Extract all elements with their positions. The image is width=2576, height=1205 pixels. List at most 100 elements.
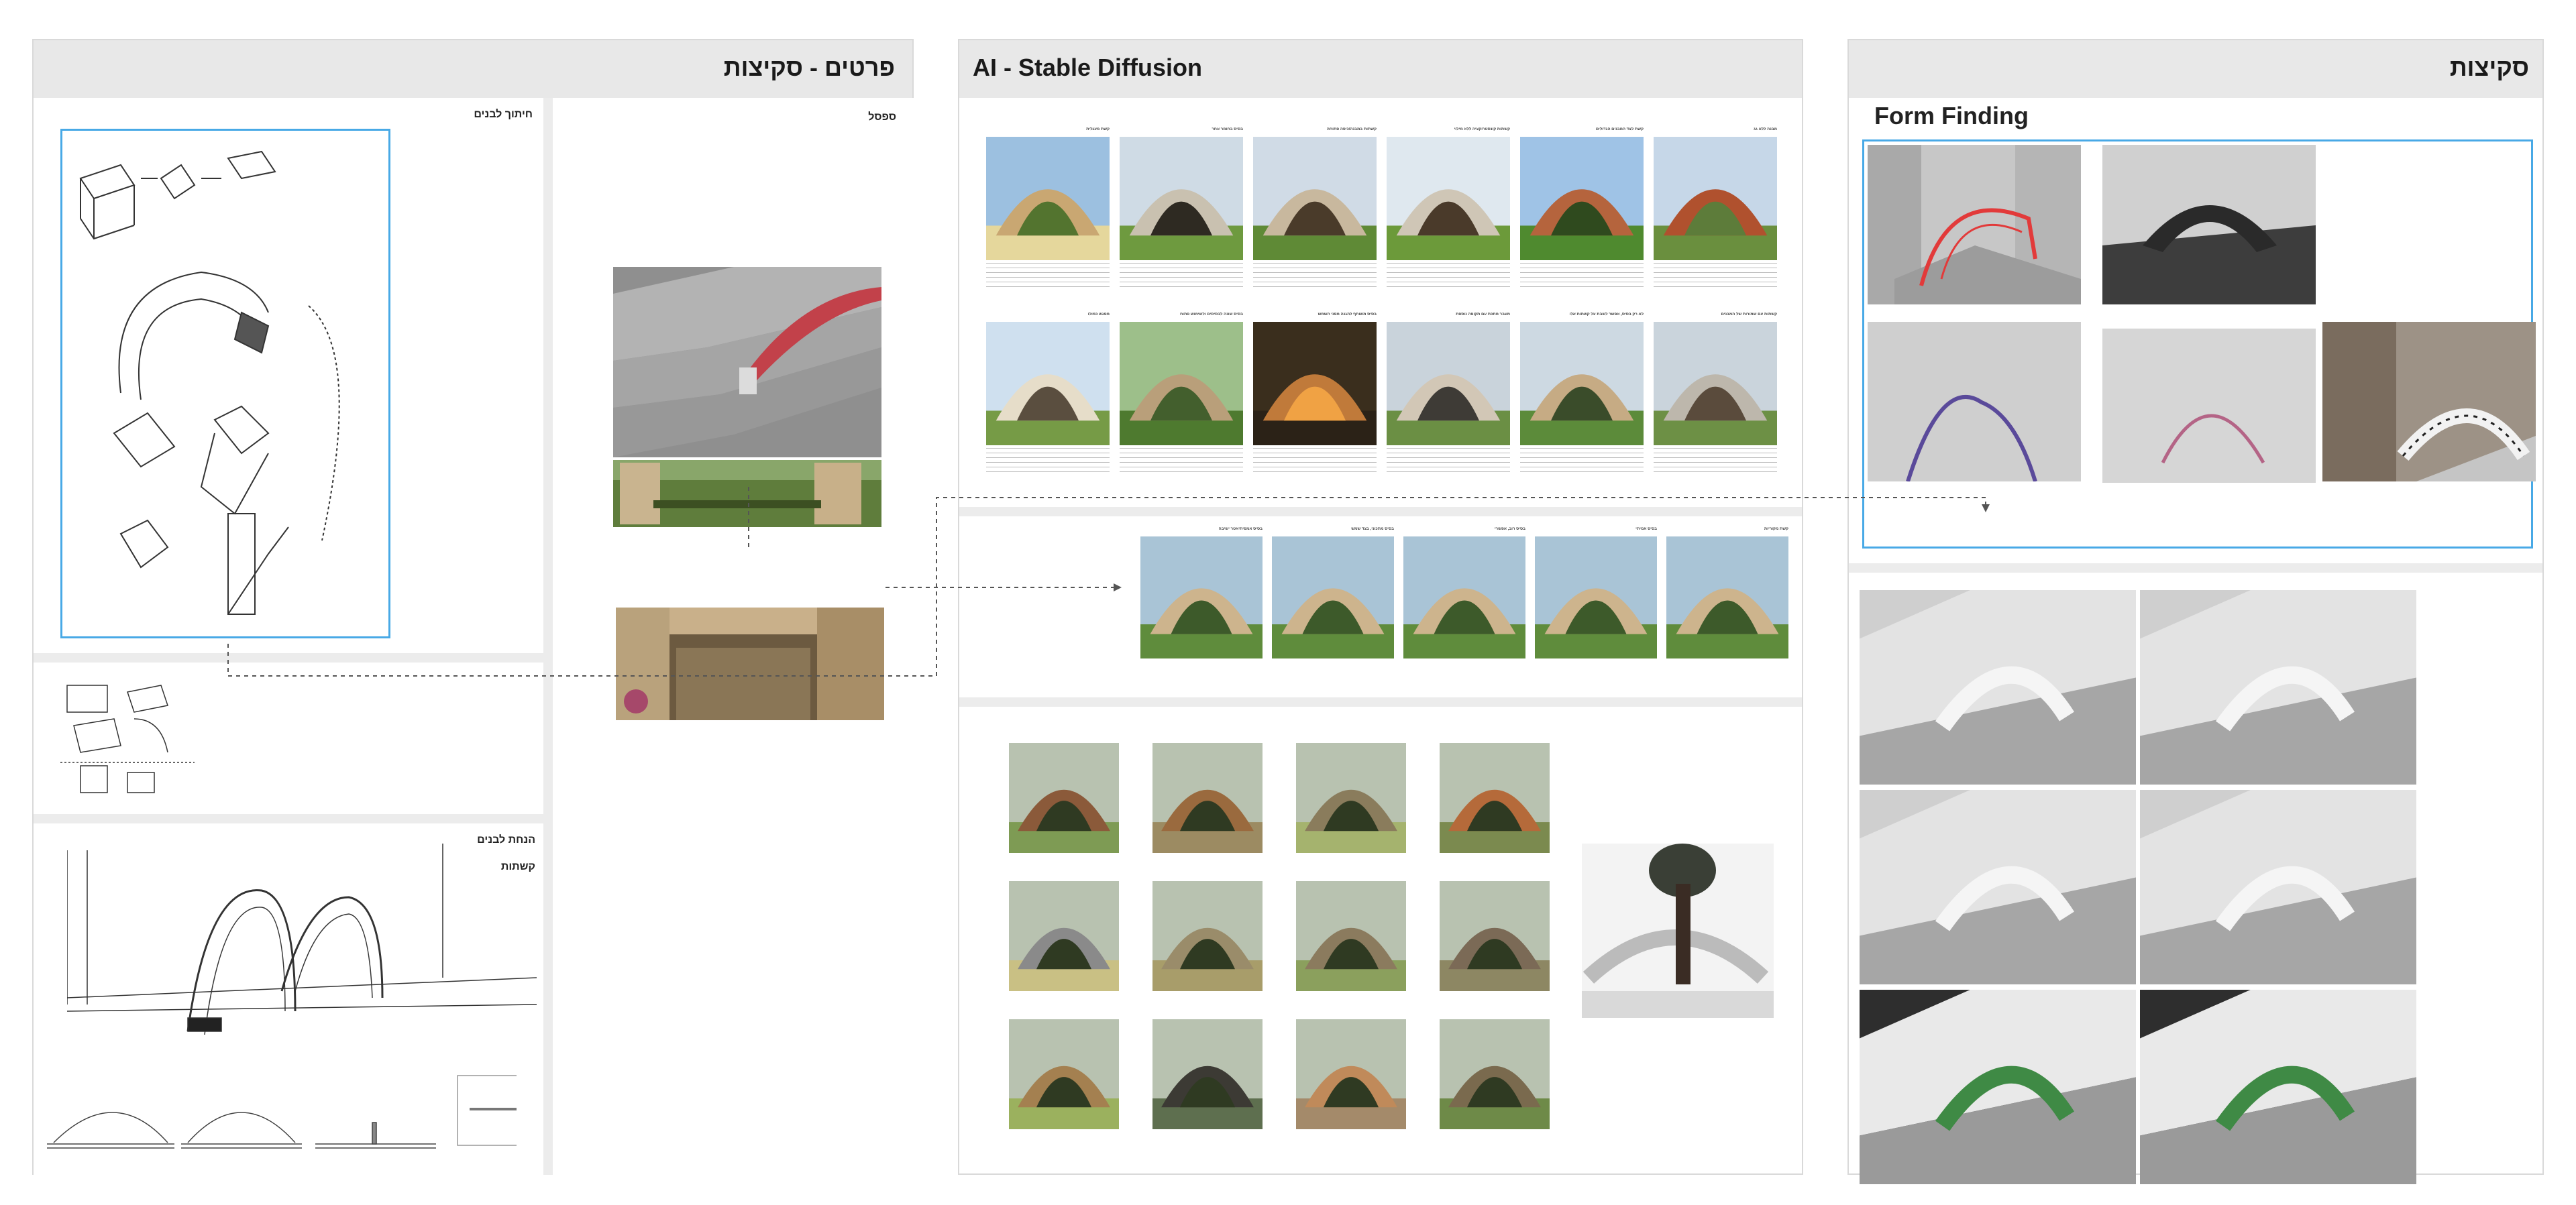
frame-title: סקיצות (2449, 54, 2529, 81)
ai-arch-image[interactable] (1440, 1019, 1550, 1129)
prompt-details-text (1120, 447, 1243, 473)
ai-variation-image[interactable] (1654, 322, 1777, 445)
ai-arch-image[interactable] (1440, 881, 1550, 991)
gothic-arch-image[interactable] (1666, 536, 1788, 658)
form-finding-card[interactable]: Form Finding (1849, 98, 2542, 563)
ai-variation-image[interactable] (986, 137, 1110, 260)
ai-variation-image[interactable] (1120, 322, 1243, 445)
stone-arch-photo[interactable] (616, 608, 884, 720)
brick-module-sketch[interactable] (60, 679, 195, 806)
variation-caption: בסיס שונה לבסיסים ולשימוש פתוח (1179, 312, 1243, 317)
gothic-arch-image[interactable] (1403, 536, 1525, 658)
variation-caption: בסיס מתכוני, בצד שמש (1351, 527, 1394, 531)
frame-ai-stable-diffusion[interactable]: AI - Stable Diffusion מבנה ללא גג קשת לצ… (958, 39, 1803, 1175)
pink-arch-photo[interactable] (2102, 329, 2316, 483)
bench-render-image[interactable] (613, 267, 881, 457)
black-arch-collage[interactable] (2102, 145, 2316, 304)
arch-renders-card[interactable] (1849, 573, 2542, 1184)
stone-bench-photo[interactable] (613, 460, 881, 527)
arch-image-grid (1009, 743, 1559, 1159)
variation-caption: בסיס בחומר אחר (1212, 127, 1243, 131)
arch-variations-card[interactable]: קשת מקוריות בסיס אמיתי בסיס רוב, אפשרי ב… (959, 516, 1802, 697)
ai-variation-image[interactable] (1253, 137, 1377, 260)
row-divider (34, 653, 543, 663)
red-arch-overlay-photo[interactable] (1868, 145, 2081, 304)
variation-caption: בסיס אמיתי (1635, 527, 1657, 531)
ai-variation-image[interactable] (1387, 322, 1510, 445)
prompt-details-text (1120, 262, 1243, 288)
ai-variations-card[interactable]: מבנה ללא גג קשת לצד המבנים הגדולים קשתות… (959, 98, 1802, 507)
variation-caption: קשתות במבנה/כיפה פתוחה (1326, 127, 1377, 131)
arch-perspective-sketch[interactable] (67, 844, 537, 1045)
variation-row-2: קשתות עם שמורות של המבנים לא רק בסיס, אפ… (986, 312, 1778, 487)
gothic-arch-image[interactable] (1272, 536, 1394, 658)
ai-variation-image[interactable] (986, 322, 1110, 445)
arch-3d-render[interactable] (1860, 990, 2136, 1184)
white-arch-render[interactable] (1582, 844, 1774, 1018)
ai-variation-image[interactable] (1520, 322, 1644, 445)
arch-3d-render[interactable] (2140, 590, 2416, 785)
ai-arch-image[interactable] (1440, 743, 1550, 853)
ai-arch-image[interactable] (1009, 1019, 1119, 1129)
row-divider (1849, 563, 2542, 573)
variation-caption: בסיס רוב, אפשרי (1494, 527, 1525, 531)
prompt-details-text (1387, 447, 1510, 473)
prompt-details-text (1654, 262, 1777, 288)
variation-caption: בסיס אמפיתיאטר ישיבה (1218, 527, 1263, 531)
ai-arch-grid-card[interactable] (959, 707, 1802, 1173)
white-shell-photo[interactable] (2322, 322, 2536, 481)
ai-arch-image[interactable] (1009, 743, 1119, 853)
frame-header (1849, 40, 2542, 98)
gothic-arch-image[interactable] (1535, 536, 1657, 658)
gothic-arch-image[interactable] (1140, 536, 1263, 658)
arch-elevation-sketches[interactable] (47, 1069, 517, 1163)
ai-arch-image[interactable] (1152, 1019, 1263, 1129)
row-divider (959, 507, 1802, 516)
bench-card[interactable]: ספסל (553, 98, 914, 1175)
variation-caption: לא רק בסיס, אפשר לשבת על קשתות אלו (1569, 312, 1644, 317)
prompt-details-text (1520, 262, 1644, 288)
small-sketch-card[interactable] (34, 663, 543, 814)
ai-arch-image[interactable] (1296, 1019, 1406, 1129)
brick-placement-card[interactable]: הנחת לבנים קשתות (34, 823, 543, 1175)
prompt-details-text (1253, 447, 1377, 473)
frame-title: AI - Stable Diffusion (973, 54, 1202, 81)
arch-3d-render[interactable] (1860, 790, 2136, 984)
prompt-details-text (986, 262, 1110, 288)
ai-variation-image[interactable] (1387, 137, 1510, 260)
arch-3d-render[interactable] (1860, 590, 2136, 785)
arch-3d-render[interactable] (2140, 790, 2416, 984)
ai-arch-image[interactable] (1296, 881, 1406, 991)
ai-arch-image[interactable] (1009, 881, 1119, 991)
frame-details-sketches[interactable]: פרטים - סקיצות ספסל חיתוך לבנים הנחת לבנ… (32, 39, 914, 1175)
brick-cutting-sketch[interactable] (67, 138, 389, 634)
ai-arch-image[interactable] (1152, 881, 1263, 991)
ai-variation-image[interactable] (1120, 137, 1243, 260)
variation-caption: קשת מקוריות (1764, 527, 1788, 531)
variation-caption: מבנה ללא גג (1754, 127, 1777, 131)
column-divider (543, 98, 553, 1175)
prompt-details-text (1387, 262, 1510, 288)
ai-variation-image[interactable] (1654, 137, 1777, 260)
arch-3d-render[interactable] (2140, 990, 2416, 1184)
frame-sketches[interactable]: סקיצות Form Finding (1847, 39, 2544, 1184)
ai-arch-image[interactable] (1296, 743, 1406, 853)
form-finding-label: Form Finding (1874, 102, 2029, 129)
variation-caption: מפגש כמולו (1087, 312, 1110, 317)
brick-cutting-card[interactable]: חיתוך לבנים (34, 98, 543, 653)
row-divider (959, 697, 1802, 707)
renders-grid (1860, 590, 2416, 1184)
ai-variation-image[interactable] (1520, 137, 1644, 260)
ai-variation-image[interactable] (1253, 322, 1377, 445)
ai-arch-image[interactable] (1152, 743, 1263, 853)
row-divider (34, 814, 543, 823)
brick-cutting-label: חיתוך לבנים (474, 109, 533, 120)
purple-arch-photo[interactable] (1868, 322, 2081, 481)
variation-caption: בסיס משותף להגנה מפני השמש (1318, 312, 1377, 317)
variation-caption: קשת מעגלית (1086, 127, 1110, 131)
frame-title: פרטים - סקיצות (723, 54, 895, 81)
prompt-details-text (1520, 447, 1644, 473)
variation-caption: קשתות קונסטרוקציה ללא מילוי (1454, 127, 1510, 131)
bench-label: ספסל (868, 111, 896, 123)
arch-variation-row: קשת מקוריות בסיס אמיתי בסיס רוב, אפשרי ב… (1108, 527, 1788, 695)
